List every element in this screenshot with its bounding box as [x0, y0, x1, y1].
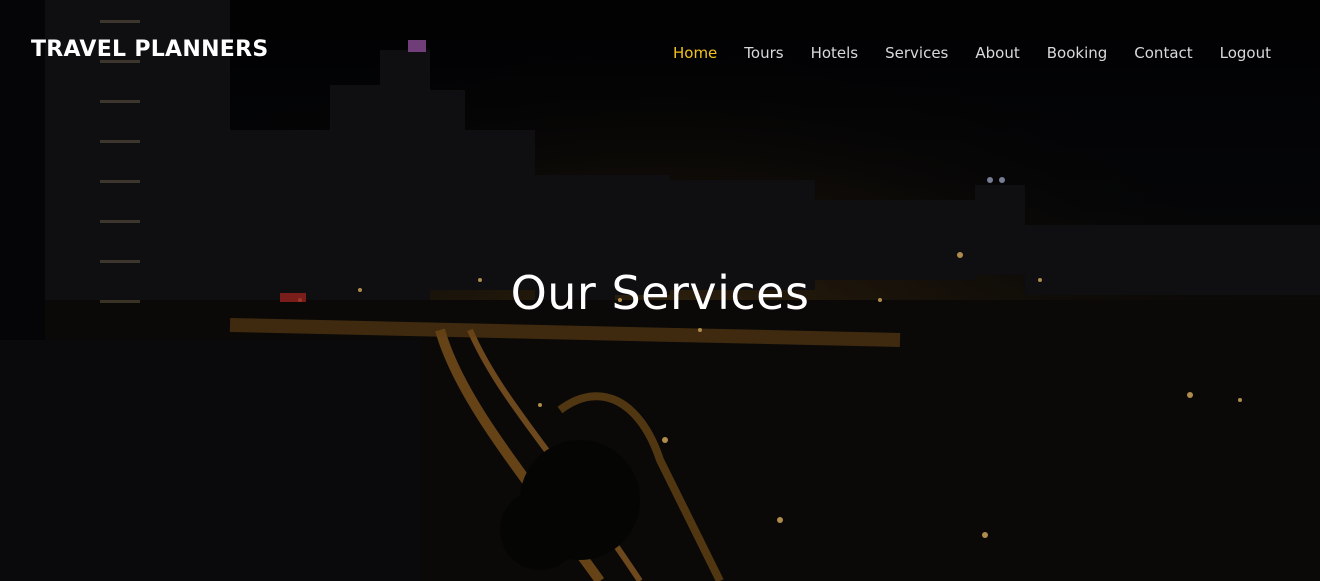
- nav-about[interactable]: About: [975, 44, 1019, 62]
- nav-tours[interactable]: Tours: [744, 44, 783, 62]
- site-logo[interactable]: TRAVEL PLANNERS: [31, 37, 269, 62]
- nav-home[interactable]: Home: [673, 44, 717, 62]
- nav-hotels[interactable]: Hotels: [811, 44, 859, 62]
- page-title: Our Services: [510, 266, 810, 320]
- nav-contact[interactable]: Contact: [1134, 44, 1192, 62]
- nav-logout[interactable]: Logout: [1220, 44, 1271, 62]
- nav-booking[interactable]: Booking: [1047, 44, 1108, 62]
- main-nav: Home Tours Hotels Services About Booking…: [646, 44, 1271, 62]
- nav-services[interactable]: Services: [885, 44, 948, 62]
